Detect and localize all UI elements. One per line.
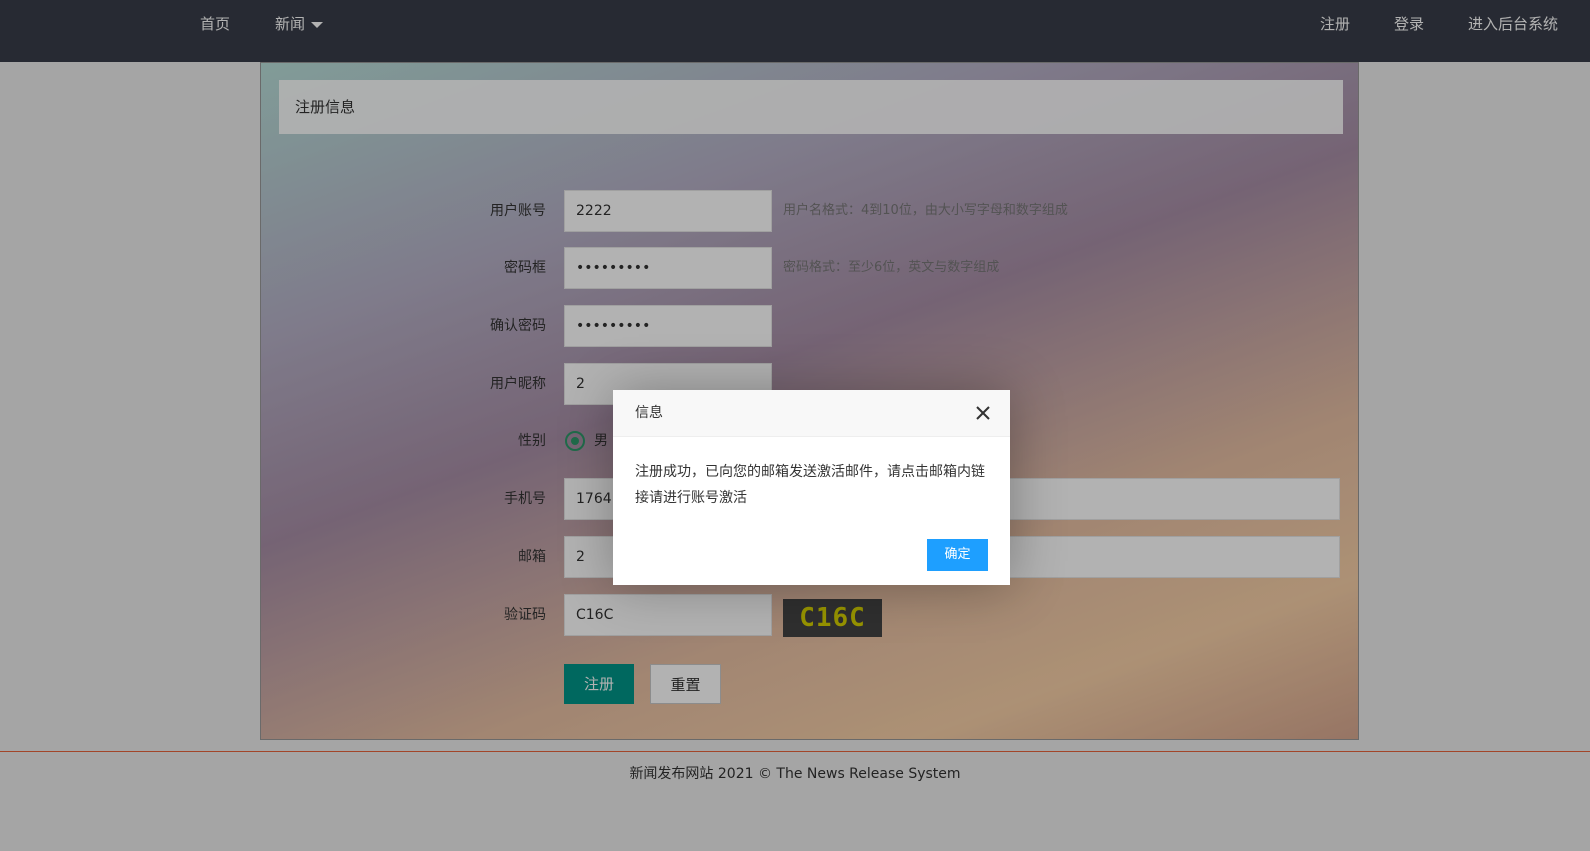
dialog-title-bar: 信息 [613,390,1010,437]
dialog-ok-button[interactable]: 确定 [927,539,988,571]
dialog-message: 注册成功，已向您的邮箱发送激活邮件，请点击邮箱内链接请进行账号激活 [635,464,985,506]
close-icon[interactable] [974,404,992,422]
info-dialog: 信息 注册成功，已向您的邮箱发送激活邮件，请点击邮箱内链接请进行账号激活 确定 [613,390,1010,585]
dialog-title: 信息 [635,405,663,421]
